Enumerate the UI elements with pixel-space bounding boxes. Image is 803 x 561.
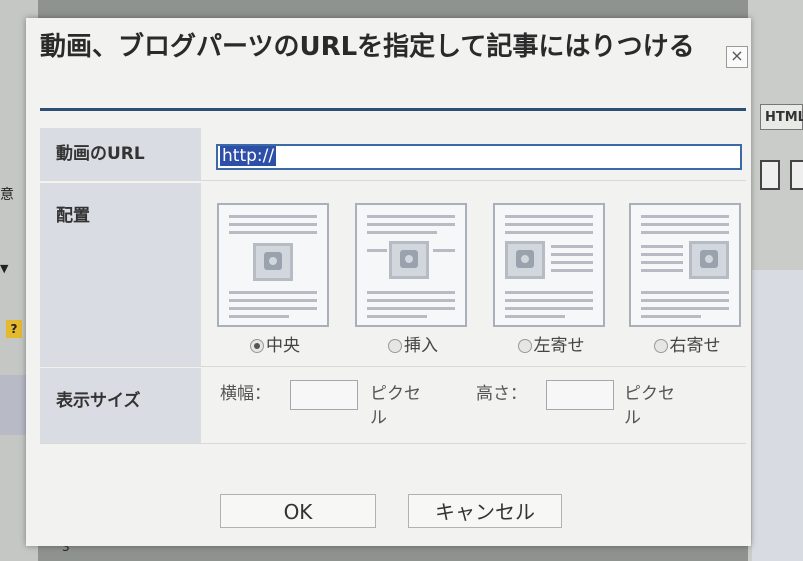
size-label: 表示サイズ — [40, 368, 201, 443]
embed-url-dialog: 動画、ブログパーツのURLを指定して記事にはりつける × 動画のURL http… — [26, 18, 751, 546]
cancel-button[interactable]: キャンセル — [408, 494, 562, 528]
dialog-title: 動画、ブログパーツのURLを指定して記事にはりつける — [40, 32, 695, 62]
height-input[interactable] — [546, 380, 614, 410]
url-row: 動画のURL http:// — [40, 128, 746, 181]
placement-option-inline[interactable]: 挿入 — [355, 203, 471, 356]
width-label: 横幅： — [220, 384, 271, 404]
placement-option-center[interactable]: 中央 — [217, 203, 333, 356]
background-left-arrow: ▼ — [0, 262, 9, 275]
placement-label-center: 中央 — [266, 336, 300, 356]
url-label: 動画のURL — [40, 128, 201, 180]
url-input-value: http:// — [220, 146, 277, 166]
placement-label-inline: 挿入 — [404, 336, 438, 356]
layout-inline-icon[interactable] — [355, 203, 467, 327]
layout-left-icon[interactable] — [493, 203, 605, 327]
placement-option-left[interactable]: 左寄せ — [493, 203, 609, 356]
placement-label-left: 左寄せ — [533, 336, 585, 356]
width-input[interactable] — [290, 380, 358, 410]
title-divider — [40, 108, 746, 111]
ok-button[interactable]: OK — [220, 494, 376, 528]
background-toolbar-icon — [790, 160, 803, 190]
height-label: 高さ： — [476, 384, 527, 404]
height-unit-label: ピクセル — [624, 384, 675, 428]
placement-row: 配置 中央 挿入 左寄せ 右寄せ — [40, 183, 746, 367]
placement-label-right: 右寄せ — [669, 336, 721, 356]
background-help-badge: ? — [6, 320, 22, 338]
radio-center[interactable] — [250, 339, 264, 353]
background-html-tab: HTML — [760, 104, 803, 130]
url-input[interactable]: http:// — [216, 144, 742, 170]
radio-right[interactable] — [653, 339, 668, 353]
background-right-strip — [752, 270, 803, 561]
placement-option-right[interactable]: 右寄せ — [629, 203, 745, 356]
size-row: 表示サイズ 横幅： ピクセル 高さ： ピクセル — [40, 368, 746, 444]
layout-right-icon[interactable] — [629, 203, 741, 327]
width-unit-label: ピクセル — [370, 384, 421, 428]
background-toolbar-icon — [760, 160, 780, 190]
background-left-text: 意 — [0, 187, 14, 203]
placement-label: 配置 — [40, 183, 201, 366]
radio-left[interactable] — [517, 339, 532, 353]
radio-inline[interactable] — [388, 339, 402, 353]
layout-center-icon[interactable] — [217, 203, 329, 327]
close-button[interactable]: × — [726, 46, 748, 68]
